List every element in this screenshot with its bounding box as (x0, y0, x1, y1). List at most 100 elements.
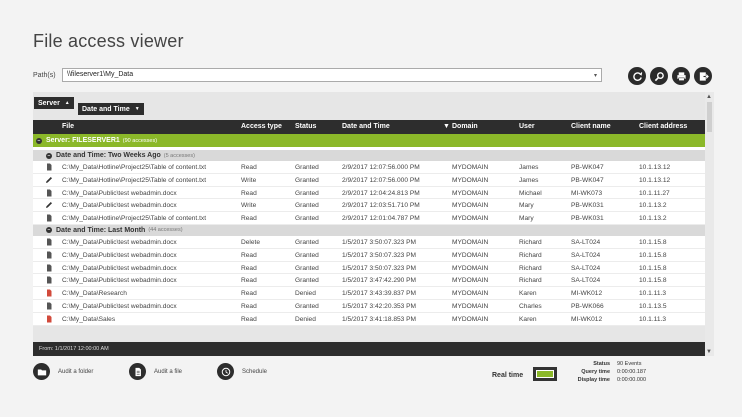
cell-user: Charles (519, 302, 542, 310)
search-button[interactable] (650, 67, 668, 85)
cell-client-name: MI-WK073 (571, 189, 603, 197)
cell-client-address: 10.1.11.3 (639, 315, 667, 323)
query-time-value: 0:00:00.187 (617, 369, 647, 375)
vertical-scrollbar[interactable]: ▲ ▼ (705, 92, 714, 356)
col-date[interactable]: Date and Time (342, 123, 390, 130)
table-row[interactable]: C:\My_Data\Public\test webadmin.docx Read… (33, 261, 705, 275)
scroll-down-icon[interactable]: ▼ (706, 349, 712, 355)
cell-file: C:\My_Data\Public\test webadmin.docx (62, 302, 177, 310)
date-group-row[interactable]: − Date and Time: Two Weeks Ago (5 accesses… (33, 150, 705, 161)
page-title: File access viewer (33, 31, 184, 51)
cell-user: Richard (519, 264, 542, 272)
denied-document-icon (45, 315, 53, 323)
export-button[interactable] (694, 67, 712, 85)
collapse-icon[interactable]: − (36, 137, 42, 144)
cell-file: C:\My_Data\Sales (62, 315, 116, 323)
cell-client-name: SA-LT024 (571, 251, 601, 259)
table-row[interactable]: C:\My_Data\Public\test webadmin.docx Read… (33, 186, 705, 200)
caret-up-icon: ▲ (64, 100, 70, 106)
cell-domain: MYDOMAIN (452, 176, 489, 184)
cell-date: 2/9/2017 12:01:04.787 PM (342, 215, 420, 223)
refresh-button[interactable] (628, 67, 646, 85)
table-row[interactable]: C:\My_Data\Public\test webadmin.docx Writ… (33, 199, 705, 213)
cell-access-type: Read (241, 264, 257, 272)
col-user[interactable]: User (519, 123, 535, 130)
audit-folder-button[interactable]: Audit a folder (33, 363, 93, 380)
cell-status: Granted (295, 251, 319, 259)
file-icon (129, 363, 146, 380)
document-icon (45, 238, 53, 246)
scroll-up-icon[interactable]: ▲ (706, 94, 712, 100)
group-chip-server[interactable]: Server ▲ (34, 97, 74, 109)
document-icon (45, 264, 53, 272)
server-group-row[interactable]: − Server: FILESERVER1 (90 accesses) (33, 134, 705, 147)
denied-document-icon (45, 289, 53, 297)
cell-status: Granted (295, 238, 319, 246)
cell-date: 1/5/2017 3:50:07.323 PM (342, 264, 417, 272)
search-icon (654, 71, 664, 81)
audit-folder-label: Audit a folder (58, 368, 94, 375)
col-access-type[interactable]: Access type (241, 123, 282, 130)
table-row[interactable]: C:\My_Data\Public\test webadmin.docx Read… (33, 274, 705, 288)
table-row[interactable]: C:\My_Data\Hotline\Project25\Table of co… (33, 161, 705, 174)
cell-domain: MYDOMAIN (452, 251, 489, 259)
cell-user: James (519, 164, 539, 171)
date-group-row[interactable]: − Date and Time: Last Month (44 accesses) (33, 224, 705, 236)
cell-access-type: Read (241, 215, 257, 223)
col-status[interactable]: Status (295, 123, 316, 130)
table-row[interactable]: C:\My_Data\Hotline\Project25\Table of co… (33, 173, 705, 187)
cell-file: C:\My_Data\Hotline\Project25\Table of co… (62, 215, 207, 223)
scroll-thumb[interactable] (707, 102, 712, 132)
col-file[interactable]: File (62, 123, 74, 130)
cell-domain: MYDOMAIN (452, 238, 489, 246)
cell-user: Mary (519, 202, 534, 210)
col-client-address[interactable]: Client address (639, 123, 687, 130)
table-row[interactable]: C:\My_Data\Sales Read Denied 1/5/2017 3:41:… (33, 312, 705, 326)
cell-user: James (519, 176, 539, 184)
cell-access-type: Write (241, 176, 257, 184)
cell-file: C:\My_Data\Public\test webadmin.docx (62, 264, 177, 272)
cell-status: Granted (295, 202, 319, 210)
cell-access-type: Read (241, 189, 257, 197)
cell-file: C:\My_Data\Public\test webadmin.docx (62, 189, 177, 197)
collapse-icon[interactable]: − (46, 152, 52, 159)
cell-date: 1/5/2017 3:50:07.323 PM (342, 238, 417, 246)
col-client-name[interactable]: Client name (571, 123, 611, 130)
cell-file: C:\My_Data\Public\test webadmin.docx (62, 277, 177, 285)
access-grid: Server ▲ Date and Time ▼ File Access typ… (33, 92, 714, 356)
chevron-down-icon[interactable]: ▾ (594, 72, 597, 79)
audit-file-button[interactable]: Audit a file (129, 363, 182, 380)
table-row[interactable]: C:\My_Data\Hotline\Project25\Table of co… (33, 212, 705, 225)
print-icon (676, 71, 686, 81)
cell-client-name: SA-LT024 (571, 264, 601, 272)
table-row[interactable]: C:\My_Data\Research Read Denied 1/5/2017 3:… (33, 287, 705, 300)
display-time-value: 0:00:00.000 (617, 377, 647, 383)
cell-status: Granted (295, 302, 319, 310)
query-time-label: Query time (581, 369, 610, 375)
table-row[interactable]: C:\My_Data\Public\test webadmin.docx Read… (33, 248, 705, 262)
collapse-icon[interactable]: − (46, 227, 52, 234)
table-row[interactable]: C:\My_Data\Public\test webadmin.docx Read… (33, 299, 705, 313)
col-domain[interactable]: Domain (452, 123, 478, 130)
path-input[interactable]: \\fileserver1\My_Data (62, 68, 602, 82)
cell-client-name: PB-WK066 (571, 302, 604, 310)
table-row[interactable]: C:\My_Data\Public\test webadmin.docx Dele… (33, 235, 705, 249)
realtime-toggle[interactable] (533, 367, 557, 381)
cell-user: Richard (519, 277, 542, 285)
realtime-label: Real time (492, 372, 524, 379)
schedule-button[interactable]: Schedule (217, 363, 267, 380)
cell-client-address: 10.1.15.8 (639, 277, 667, 285)
cell-domain: MYDOMAIN (452, 264, 489, 272)
cell-date: 1/5/2017 3:47:42.290 PM (342, 277, 417, 285)
group-chip-date[interactable]: Date and Time ▼ (78, 103, 144, 115)
cell-client-address: 10.1.13.2 (639, 202, 667, 210)
cell-client-name: MI-WK012 (571, 315, 603, 323)
cell-client-address: 10.1.13.2 (639, 215, 667, 223)
cell-date: 1/5/2017 3:50:07.323 PM (342, 251, 417, 259)
cell-domain: MYDOMAIN (452, 189, 489, 197)
cell-client-address: 10.1.15.8 (639, 238, 667, 246)
print-button[interactable] (672, 67, 690, 85)
server-group-count: (90 accesses) (122, 137, 158, 144)
audit-file-label: Audit a file (154, 368, 183, 375)
cell-client-name: SA-LT024 (571, 238, 601, 246)
